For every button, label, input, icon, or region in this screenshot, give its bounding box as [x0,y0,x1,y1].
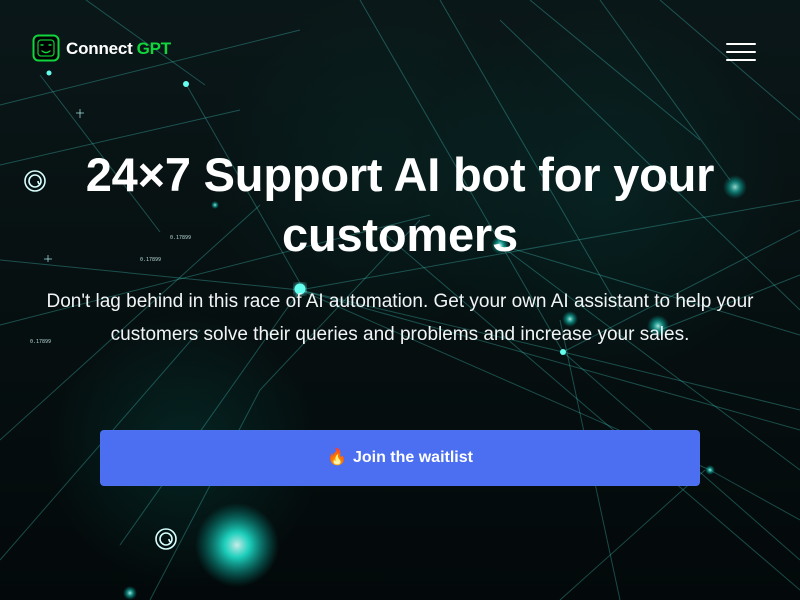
logo-accent: GPT [136,38,172,58]
hamburger-line-bottom [726,59,756,61]
site-header: Connect GPT [32,34,756,64]
robot-face-icon [32,34,60,62]
hamburger-menu-button[interactable] [726,39,756,61]
join-waitlist-button[interactable]: 🔥 Join the waitlist [100,430,700,486]
fire-icon: 🔥 [327,449,347,466]
logo-text: Connect GPT [66,40,171,57]
hamburger-line-middle [726,51,756,53]
logo-primary: Connect [66,38,133,58]
hero-subtitle: Don't lag behind in this race of AI auto… [46,291,754,345]
logo[interactable]: Connect GPT [32,34,171,62]
landing-page: 0.17899 0.17899 0.17899 Connect GPT 24×7 … [0,0,800,600]
join-waitlist-label: Join the waitlist [352,449,473,466]
hamburger-line-top [726,43,756,45]
hero-title: 24×7 Support AI bot for your customers [85,148,715,261]
